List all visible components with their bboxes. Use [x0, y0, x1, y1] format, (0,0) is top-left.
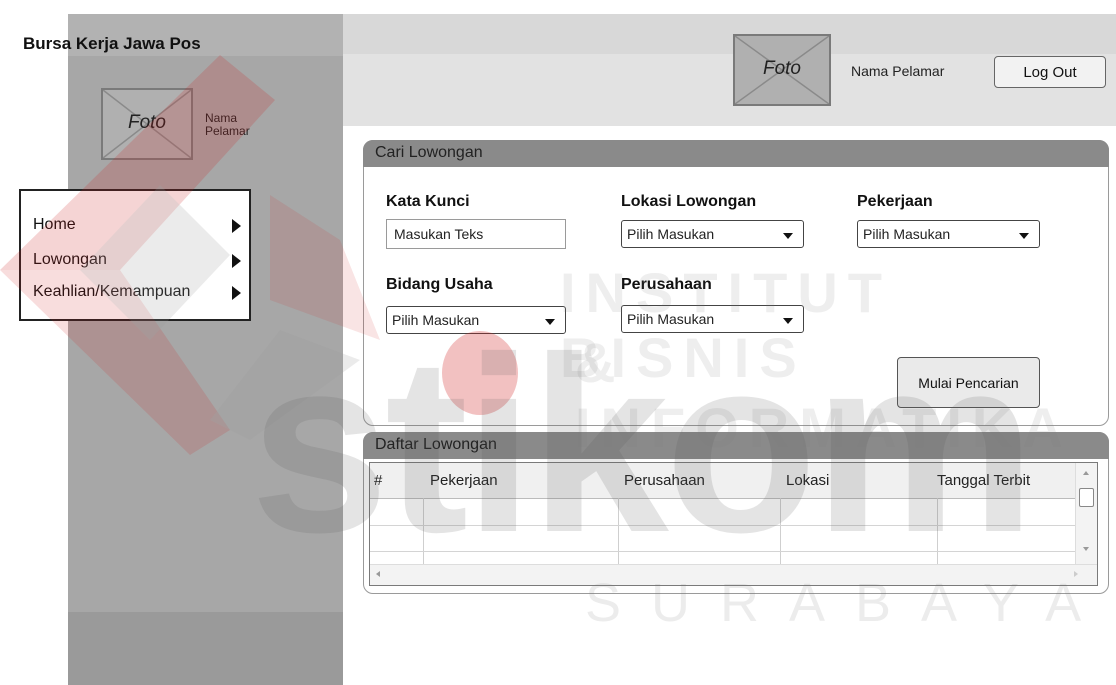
location-select[interactable]: Pilih Masukan	[621, 220, 804, 248]
search-panel-header: Cari Lowongan	[363, 140, 1109, 167]
horizontal-scrollbar[interactable]	[370, 564, 1097, 585]
start-search-button[interactable]: Mulai Pencarian	[897, 357, 1040, 408]
job-list-panel-title: Daftar Lowongan	[375, 436, 497, 453]
scroll-down-icon[interactable]	[1083, 547, 1089, 551]
job-select[interactable]: Pilih Masukan	[857, 220, 1040, 248]
keyword-input[interactable]: Masukan Teks	[386, 219, 566, 249]
column-header-location[interactable]: Lokasi	[786, 472, 829, 489]
vertical-scrollbar[interactable]	[1075, 463, 1097, 565]
caret-down-icon	[545, 319, 555, 325]
sidebar-user-photo: Foto	[101, 88, 193, 160]
industry-select-value: Pilih Masukan	[392, 312, 480, 328]
app-title: Bursa Kerja Jawa Pos	[23, 34, 201, 53]
company-label: Perusahaan	[621, 276, 712, 293]
company-select-value: Pilih Masukan	[627, 311, 715, 327]
column-header-job[interactable]: Pekerjaan	[430, 472, 498, 489]
logout-button[interactable]: Log Out	[994, 56, 1106, 88]
job-list-panel-header: Daftar Lowongan	[363, 432, 1109, 459]
sidebar-user-name: Nama Pelamar	[205, 111, 250, 138]
column-divider	[937, 498, 938, 565]
menu-item-home[interactable]: Home	[21, 213, 249, 239]
triangle-right-icon	[232, 254, 241, 268]
table-header: # Pekerjaan Perusahaan Lokasi Tanggal Te…	[370, 463, 1076, 499]
table-row[interactable]	[370, 525, 1076, 526]
scroll-thumb[interactable]	[1079, 488, 1094, 507]
menu-item-label: Home	[33, 216, 76, 233]
menu-item-keahlian[interactable]: Keahlian/Kemampuan	[21, 280, 249, 306]
menu-item-lowongan[interactable]: Lowongan	[21, 248, 249, 274]
table-row[interactable]	[370, 551, 1076, 552]
header-top-band	[343, 14, 1116, 54]
caret-down-icon	[783, 233, 793, 239]
industry-label: Bidang Usaha	[386, 276, 493, 293]
column-divider	[780, 498, 781, 565]
company-select[interactable]: Pilih Masukan	[621, 305, 804, 333]
job-label: Pekerjaan	[857, 193, 933, 210]
column-divider	[423, 498, 424, 565]
scroll-up-icon[interactable]	[1083, 471, 1089, 475]
scroll-left-icon[interactable]	[376, 571, 380, 577]
keyword-label: Kata Kunci	[386, 193, 470, 210]
header-photo-label: Foto	[762, 58, 802, 79]
job-list-table: # Pekerjaan Perusahaan Lokasi Tanggal Te…	[369, 462, 1098, 586]
sidebar-photo-label: Foto	[127, 112, 167, 133]
location-select-value: Pilih Masukan	[627, 226, 715, 242]
caret-down-icon	[1019, 233, 1029, 239]
sidebar-footer-band	[68, 612, 343, 685]
header-user-name: Nama Pelamar	[851, 63, 945, 79]
scroll-right-icon[interactable]	[1074, 571, 1078, 577]
column-header-company[interactable]: Perusahaan	[624, 472, 705, 489]
triangle-right-icon	[232, 219, 241, 233]
menu-item-label: Keahlian/Kemampuan	[33, 283, 191, 300]
column-header-number[interactable]: #	[374, 472, 382, 489]
location-label: Lokasi Lowongan	[621, 193, 757, 210]
column-header-publish-date[interactable]: Tanggal Terbit	[937, 472, 1030, 489]
sidebar-menu: Home Lowongan Keahlian/Kemampuan	[19, 189, 251, 321]
search-panel-title: Cari Lowongan	[375, 144, 483, 161]
menu-item-label: Lowongan	[33, 251, 107, 268]
column-divider	[618, 498, 619, 565]
triangle-right-icon	[232, 286, 241, 300]
header-user-photo: Foto	[733, 34, 831, 106]
caret-down-icon	[783, 318, 793, 324]
job-select-value: Pilih Masukan	[863, 226, 951, 242]
industry-select[interactable]: Pilih Masukan	[386, 306, 566, 334]
